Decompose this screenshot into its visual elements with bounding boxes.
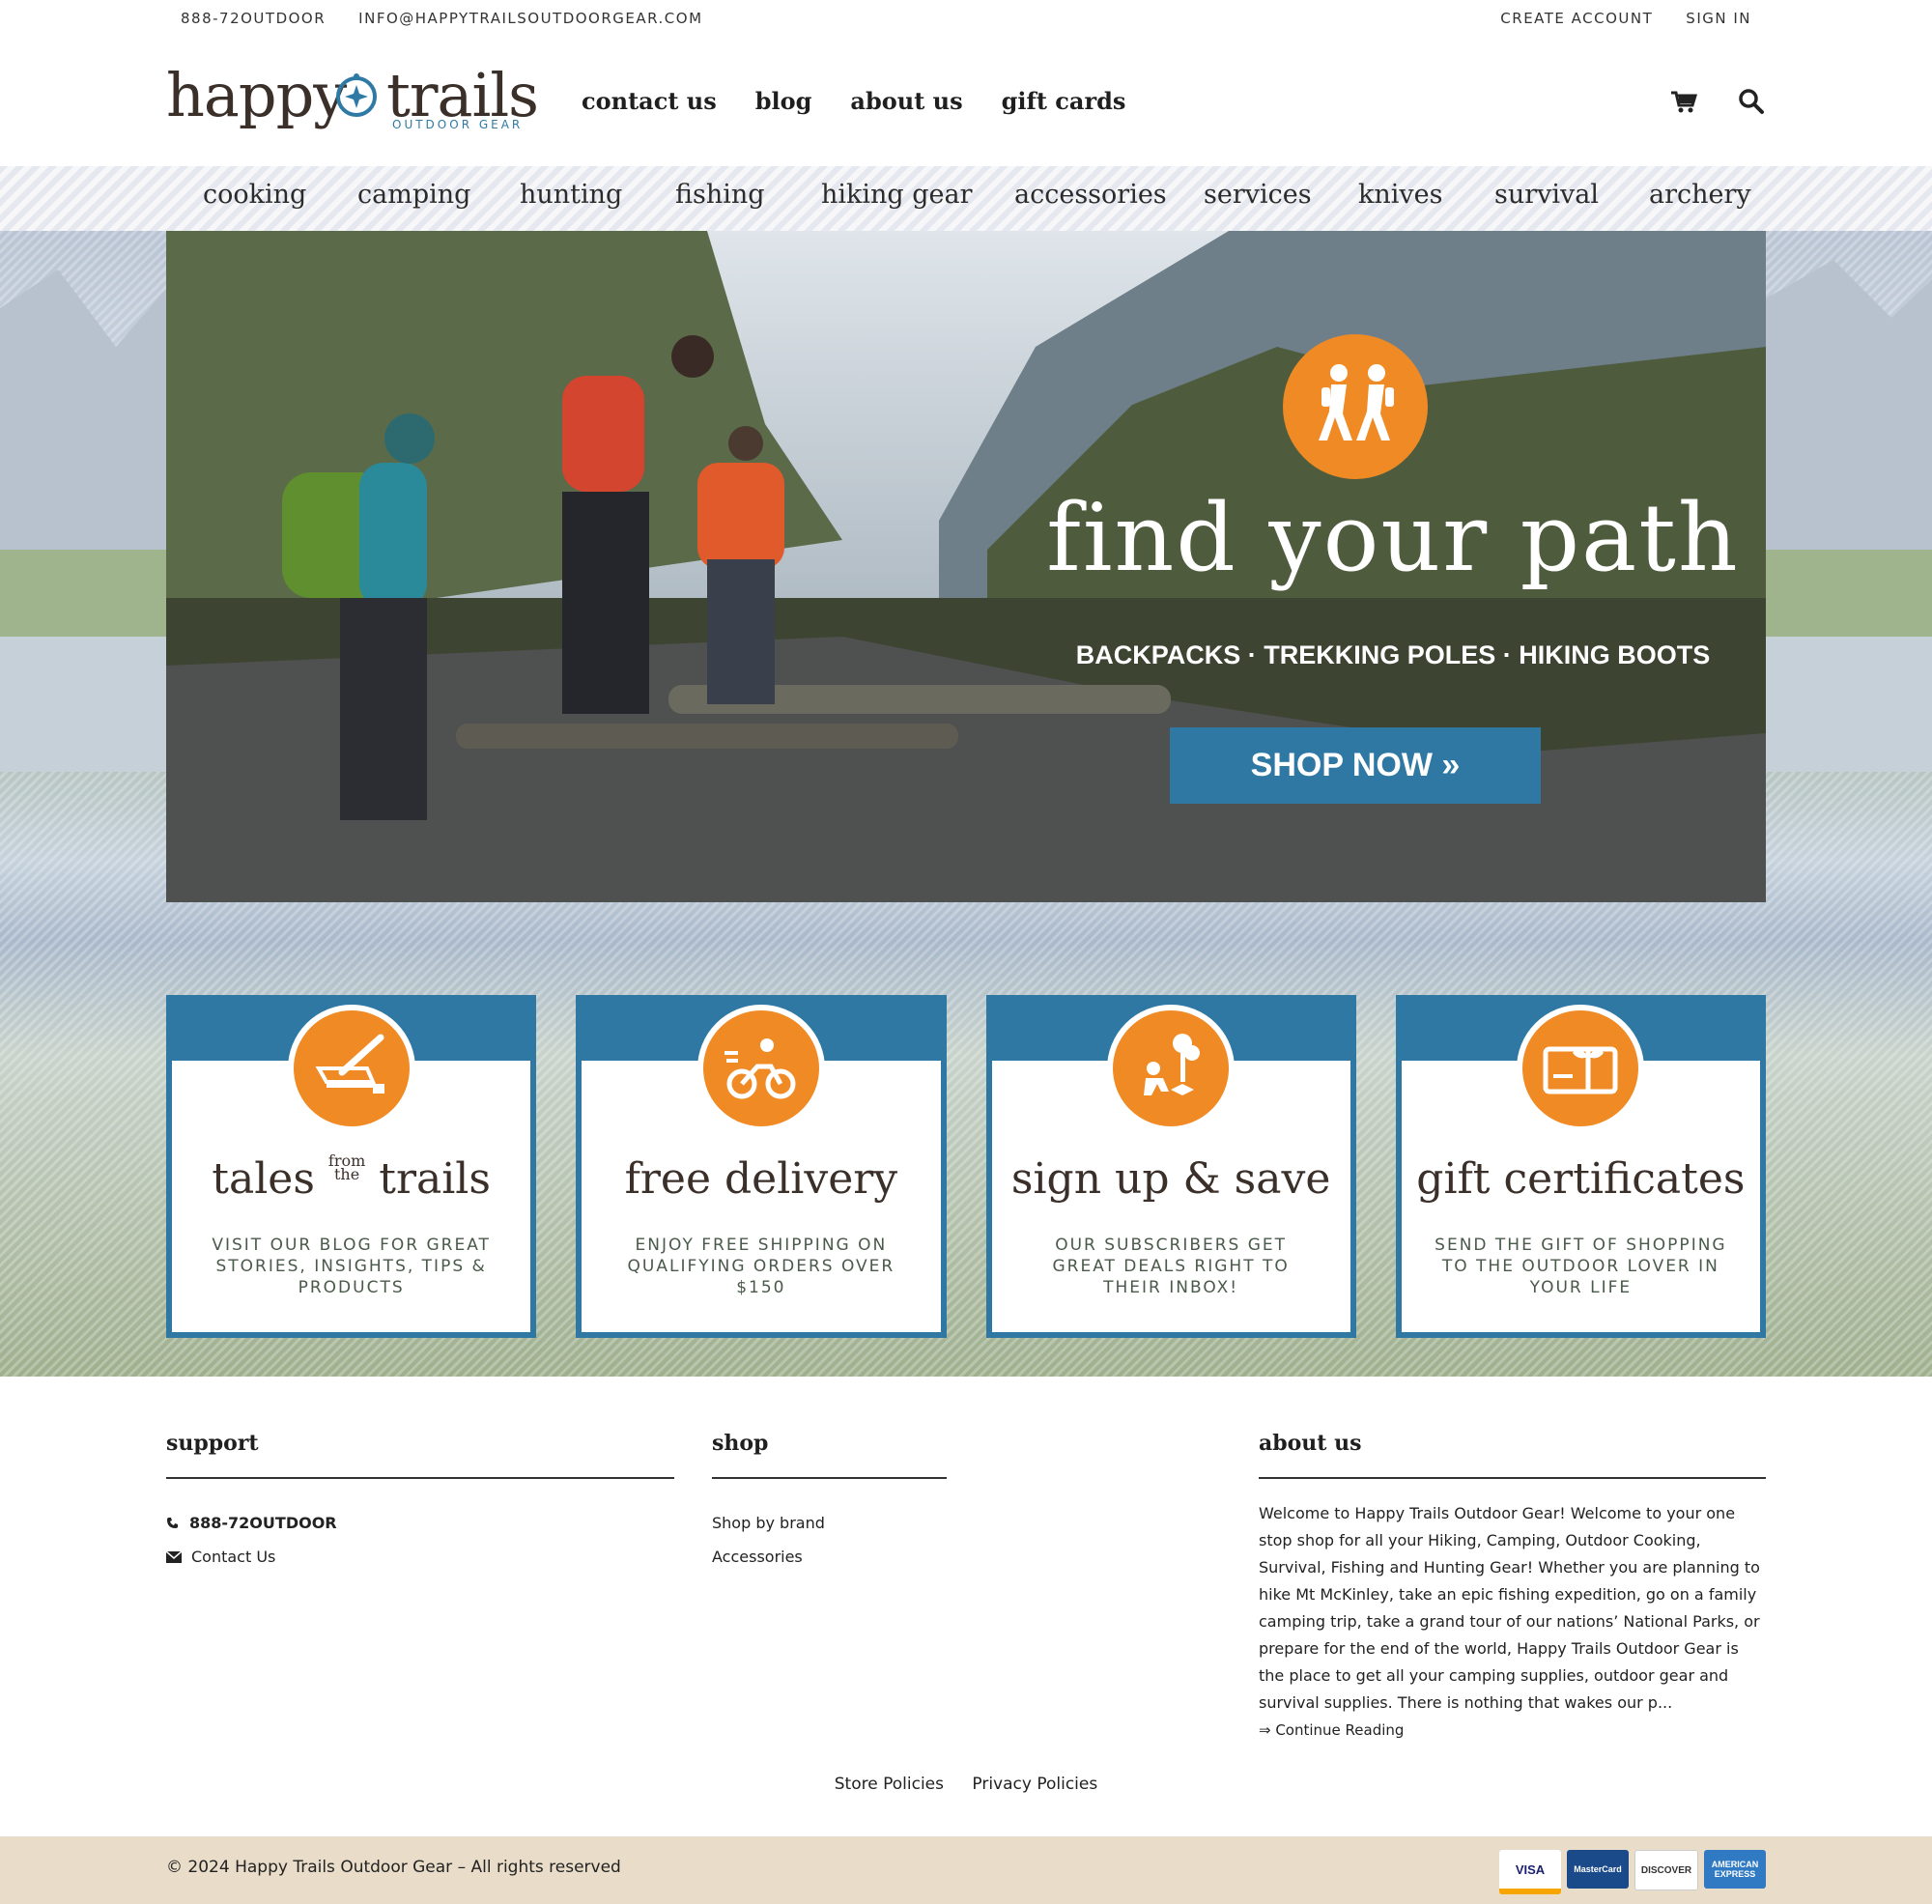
discover-icon: DISCOVER xyxy=(1634,1850,1698,1890)
search-icon[interactable] xyxy=(1737,87,1766,116)
footer-contact-us[interactable]: Contact Us xyxy=(166,1540,674,1574)
continue-reading-link[interactable]: ⇒ Continue Reading xyxy=(1259,1721,1404,1739)
category-camping[interactable]: camping xyxy=(357,180,520,210)
hero-headline: find your path xyxy=(1046,484,1740,592)
mountain-scenery-left xyxy=(0,270,166,772)
visa-icon: VISA xyxy=(1499,1850,1561,1894)
envelope-icon xyxy=(166,1550,182,1563)
create-account-link[interactable]: CREATE ACCOUNT xyxy=(1500,10,1653,27)
phone-icon xyxy=(167,1517,178,1528)
logo-tagline: OUTDOOR GEAR xyxy=(392,118,524,131)
journal-icon xyxy=(315,1034,384,1094)
nav-contact-us[interactable]: contact us xyxy=(582,87,717,115)
policy-links: Store Policies Privacy Policies xyxy=(0,1775,1932,1794)
site-header: happy trails OUTDOOR GEAR contact us blo… xyxy=(166,58,1766,155)
hikers-icon xyxy=(1319,364,1394,440)
card-icon-circle xyxy=(1107,1005,1236,1132)
email-link[interactable]: INFO@HAPPYTRAILSOUTDOORGEAR.COM xyxy=(358,10,702,27)
footer-about-text: Welcome to Happy Trails Outdoor Gear! We… xyxy=(1259,1504,1760,1739)
card-title: sign up & save xyxy=(1010,1154,1331,1204)
shop-now-button[interactable]: SHOP NOW » xyxy=(1170,727,1541,804)
card-icon-circle xyxy=(696,1005,825,1132)
card-icon-circle xyxy=(287,1005,415,1132)
card-tales-from-the-trails[interactable]: tales from the trails VISIT OUR BLOG FOR … xyxy=(166,995,537,1338)
nav-about-us[interactable]: about us xyxy=(850,87,962,115)
footer-shop: shop Shop by brand Accessories xyxy=(712,1431,947,1574)
copyright-text: © 2024 Happy Trails Outdoor Gear – All r… xyxy=(166,1858,621,1877)
planting-icon xyxy=(1144,1034,1201,1095)
hero-banner[interactable]: find your path BACKPACKS · TREKKING POLE… xyxy=(166,231,1766,902)
sign-in-link[interactable]: SIGN IN xyxy=(1686,10,1751,27)
hikers-badge xyxy=(1283,334,1428,479)
compass-icon xyxy=(336,73,377,117)
footer-heading-about: about us xyxy=(1259,1431,1362,1456)
footer-about: about us Welcome to Happy Trails Outdoor… xyxy=(1259,1431,1766,1744)
card-description: ENJOY FREE SHIPPING ON QUALIFYING ORDERS… xyxy=(627,1236,895,1297)
store-policies-link[interactable]: Store Policies xyxy=(835,1775,944,1794)
site-footer: support 888-72OUTDOOR Contact Us shop Sh… xyxy=(0,1377,1932,1836)
site-logo[interactable]: happy trails OUTDOOR GEAR xyxy=(166,58,539,145)
card-title: tales from the trails xyxy=(212,1151,491,1205)
gift-card-icon xyxy=(1543,1046,1618,1094)
card-icon-circle xyxy=(1517,1005,1645,1132)
card-free-delivery[interactable]: free delivery ENJOY FREE SHIPPING ON QUA… xyxy=(576,995,947,1338)
category-cooking[interactable]: cooking xyxy=(203,180,357,210)
category-fishing[interactable]: fishing xyxy=(675,180,821,210)
nav-gift-cards[interactable]: gift cards xyxy=(1002,87,1126,115)
hero-subline: BACKPACKS · TREKKING POLES · HIKING BOOT… xyxy=(1075,640,1711,669)
card-title: gift certificates xyxy=(1416,1154,1746,1204)
category-accessories[interactable]: accessories xyxy=(1014,180,1204,210)
card-title: free delivery xyxy=(624,1154,898,1204)
category-hiking-gear[interactable]: hiking gear xyxy=(821,180,1014,210)
main-nav: contact us blog about us gift cards xyxy=(582,87,1125,115)
card-description: OUR SUBSCRIBERS GET GREAT DEALS RIGHT TO… xyxy=(1052,1236,1290,1297)
footer-heading-shop: shop xyxy=(712,1431,769,1456)
card-gift-certificates[interactable]: gift certificates SEND THE GIFT OF SHOPP… xyxy=(1395,995,1766,1338)
phone-link[interactable]: 888-72OUTDOOR xyxy=(181,10,326,27)
card-description: SEND THE GIFT OF SHOPPING TO THE OUTDOOR… xyxy=(1435,1236,1727,1297)
amex-icon: AMERICAN EXPRESS xyxy=(1704,1850,1766,1889)
category-services[interactable]: services xyxy=(1204,180,1358,210)
nav-blog[interactable]: blog xyxy=(755,87,812,115)
bicycle-icon xyxy=(724,1038,796,1099)
category-knives[interactable]: knives xyxy=(1358,180,1494,210)
mastercard-icon: MasterCard xyxy=(1567,1850,1629,1889)
card-description: VISIT OUR BLOG FOR GREAT STORIES, INSIGH… xyxy=(212,1236,491,1297)
footer-support: support 888-72OUTDOOR Contact Us xyxy=(166,1431,674,1574)
footer-shop-by-brand[interactable]: Shop by brand xyxy=(712,1506,947,1540)
category-hunting[interactable]: hunting xyxy=(520,180,675,210)
copyright-bar: © 2024 Happy Trails Outdoor Gear – All r… xyxy=(0,1836,1932,1904)
mountain-scenery-right xyxy=(1766,260,1932,772)
category-archery[interactable]: archery xyxy=(1649,180,1751,210)
logo-word-happy: happy xyxy=(166,60,347,130)
utility-bar: 888-72OUTDOOR INFO@HAPPYTRAILSOUTDOORGEA… xyxy=(0,0,1932,37)
footer-accessories[interactable]: Accessories xyxy=(712,1540,947,1574)
cart-icon[interactable] xyxy=(1669,87,1698,116)
footer-phone[interactable]: 888-72OUTDOOR xyxy=(166,1506,674,1540)
feature-cards: tales from the trails VISIT OUR BLOG FOR … xyxy=(166,995,1766,1338)
card-sign-up-save[interactable]: sign up & save OUR SUBSCRIBERS GET GREAT… xyxy=(985,995,1356,1338)
category-nav: cooking camping hunting fishing hiking g… xyxy=(0,166,1932,231)
privacy-policies-link[interactable]: Privacy Policies xyxy=(972,1775,1097,1794)
category-survival[interactable]: survival xyxy=(1494,180,1649,210)
payment-methods: VISA MasterCard DISCOVER AMERICAN EXPRES… xyxy=(1499,1850,1766,1894)
footer-heading-support: support xyxy=(166,1431,259,1456)
